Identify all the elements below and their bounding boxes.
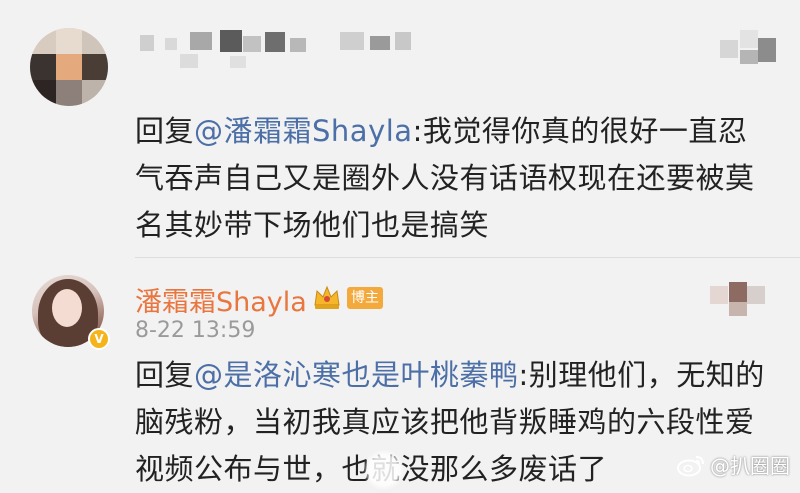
verified-badge: V [88, 328, 110, 350]
watermark: @扒圈圈 [676, 450, 790, 479]
crown-icon [314, 285, 340, 309]
author-badge: 博主 [347, 287, 383, 309]
comment-item: 回复@潘霜霜Shayla:我觉得你真的很好一直忍气吞声自己又是圈外人没有话语权现… [0, 0, 800, 250]
reply-prefix: 回复 [135, 358, 195, 392]
blurred-like-count [720, 30, 780, 70]
blurred-username[interactable] [125, 30, 425, 80]
blur-smudge [366, 452, 402, 488]
username[interactable]: 潘霜霜Shayla [135, 280, 307, 319]
comment-text: 回复@潘霜霜Shayla:我觉得你真的很好一直忍气吞声自己又是圈外人没有话语权现… [135, 108, 765, 249]
weibo-comment-thread: 回复@潘霜霜Shayla:我觉得你真的很好一直忍气吞声自己又是圈外人没有话语权现… [0, 0, 800, 493]
divider [135, 257, 800, 258]
mention-link[interactable]: @潘霜霜Shayla [194, 114, 413, 148]
blurred-like-count [705, 280, 775, 320]
weibo-icon [677, 455, 704, 476]
mention-link[interactable]: @是洛沁寒也是叶桃蓁鸭 [194, 358, 519, 392]
blurred-avatar[interactable] [30, 28, 108, 106]
reply-prefix: 回复 [135, 114, 195, 148]
watermark-text: @扒圈圈 [710, 454, 790, 478]
comment-text: 回复@是洛沁寒也是叶桃蓁鸭:别理他们，无知的脑残粉，当初我真应该把他背叛睡鸡的六… [135, 352, 765, 493]
timestamp: 8-22 13:59 [135, 318, 256, 343]
